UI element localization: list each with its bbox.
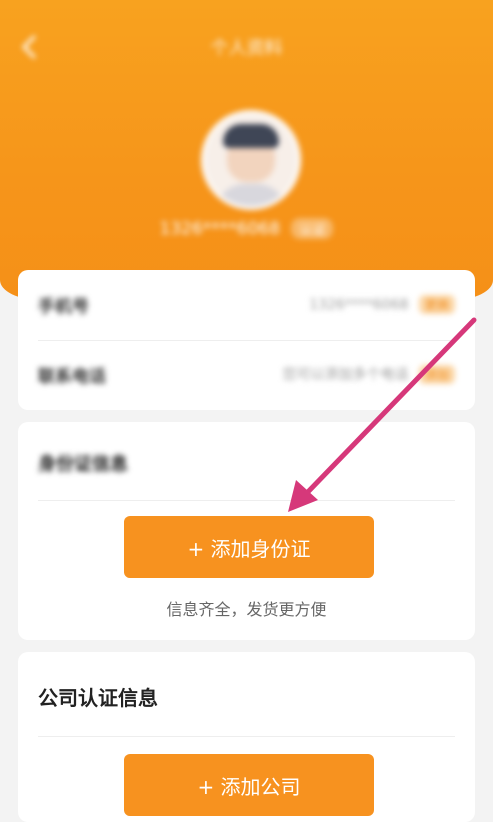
divider [38, 340, 455, 341]
id-section-title: 身份证信息 [38, 454, 128, 475]
company-section-title: 公司认证信息 [38, 686, 158, 710]
verified-badge: 认证 [291, 218, 334, 239]
divider [38, 500, 455, 501]
avatar[interactable] [201, 110, 301, 210]
account-card: 手机号 1326****6068 更换 联系电话 您可以添加多个电话 添加 [18, 270, 475, 410]
phone-row[interactable]: 手机号 1326****6068 更换 [38, 284, 455, 324]
contact-phone-row[interactable]: 联系电话 您可以添加多个电话 添加 [38, 354, 455, 394]
page-title: 个人资料 [210, 38, 283, 59]
contact-phone-label: 联系电话 [38, 366, 106, 387]
contact-phone-value-wrap: 您可以添加多个电话 添加 [283, 364, 455, 384]
add-id-card-button[interactable]: + 添加身份证 [124, 516, 374, 578]
phone-value-wrap: 1326****6068 更换 [309, 294, 455, 314]
profile-header: 个人资料 1326****6068 认证 [0, 0, 493, 300]
divider [38, 736, 455, 737]
id-hint-text: 信息齐全，发货更方便 [166, 600, 327, 619]
username-row: 1326****6068 认证 [0, 218, 493, 239]
phone-value: 1326****6068 [309, 296, 409, 313]
phone-label: 手机号 [38, 296, 89, 317]
add-contact-tag[interactable]: 添加 [418, 365, 455, 384]
top-bar: 个人资料 [0, 0, 493, 90]
contact-phone-value: 您可以添加多个电话 [282, 367, 409, 383]
add-company-button[interactable]: + 添加公司 [124, 754, 374, 816]
change-phone-tag[interactable]: 更换 [418, 294, 455, 314]
username: 1326****6068 [159, 219, 281, 239]
